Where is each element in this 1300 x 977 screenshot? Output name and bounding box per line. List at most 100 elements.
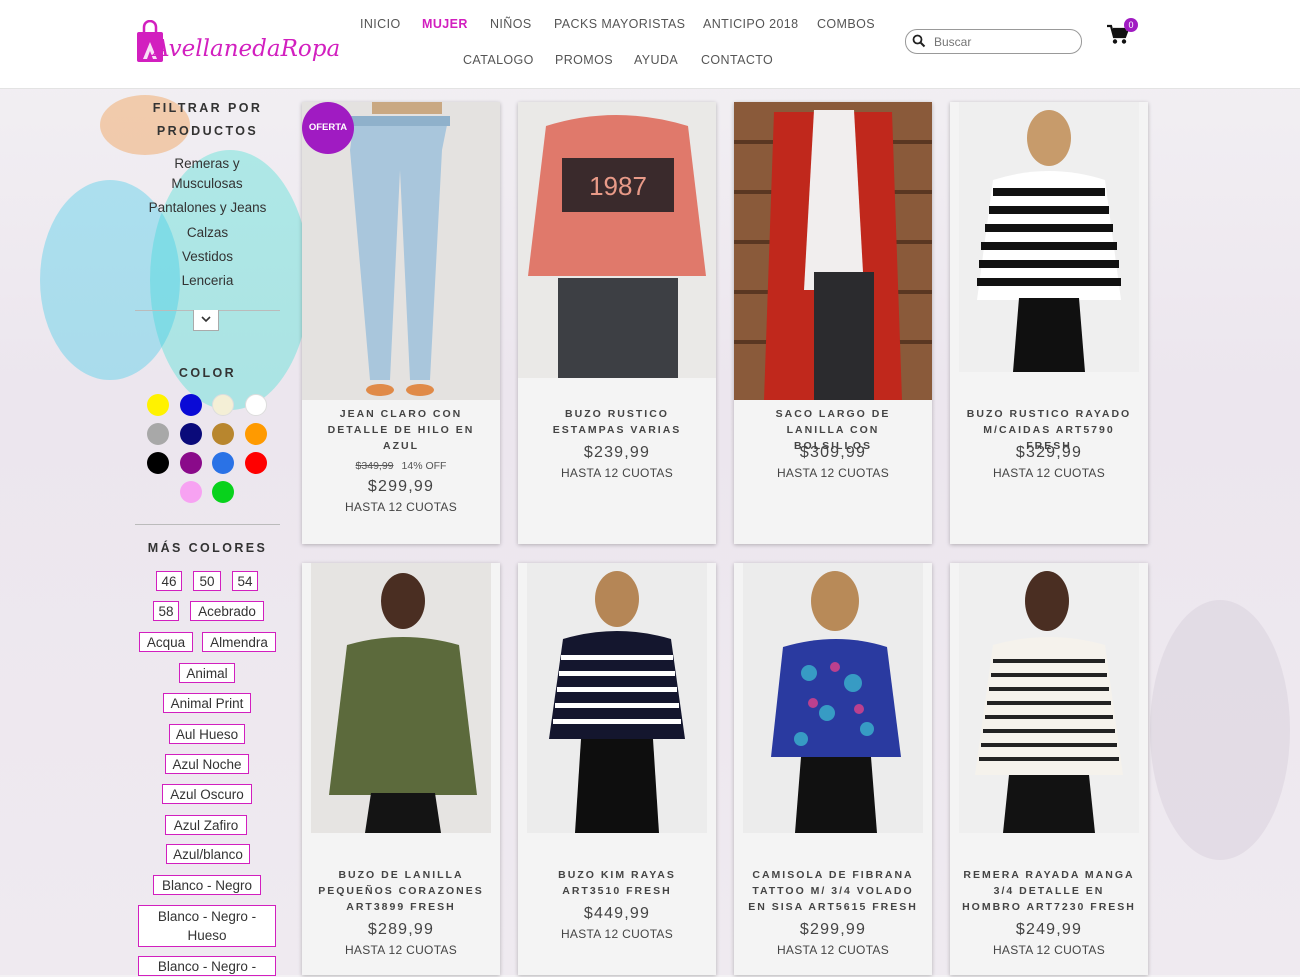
search-icon[interactable] bbox=[912, 34, 926, 48]
color-tag[interactable]: Blanco - Negro - bbox=[138, 956, 276, 976]
color-tag[interactable]: Animal Print bbox=[163, 693, 251, 713]
category-lenceria[interactable]: Lenceria bbox=[135, 271, 280, 291]
cart-button[interactable]: 0 bbox=[1106, 18, 1142, 50]
product-price: $289,99 bbox=[367, 921, 435, 938]
color-tag[interactable]: Animal bbox=[179, 663, 235, 683]
product-name: JEAN CLARO CON DETALLE DE HILO EN AZUL bbox=[327, 408, 475, 452]
product-image[interactable] bbox=[959, 102, 1139, 372]
brand-logo[interactable]: AvellanedaRopa bbox=[133, 18, 340, 70]
color-swatch-red[interactable] bbox=[245, 452, 267, 474]
color-tag[interactable]: 46 bbox=[156, 571, 182, 591]
product-installments: HASTA 12 CUOTAS bbox=[344, 943, 458, 957]
product-name: REMERA RAYADA MANGA 3/4 DETALLE EN HOMBR… bbox=[962, 869, 1136, 913]
site-header: AvellanedaRopa INICIO MUJER NIÑOS PACKS … bbox=[0, 0, 1300, 89]
color-swatch-gray[interactable] bbox=[147, 423, 169, 445]
product-price: $239,99 bbox=[583, 444, 651, 461]
product-installments: HASTA 12 CUOTAS bbox=[776, 943, 890, 957]
color-tag[interactable]: Acebrado bbox=[190, 601, 264, 621]
product-card[interactable]: REMERA RAYADA MANGA 3/4 DETALLE EN HOMBR… bbox=[950, 563, 1148, 975]
category-remeras[interactable]: Remeras y Musculosas bbox=[162, 154, 252, 194]
color-swatch-navy[interactable] bbox=[180, 423, 202, 445]
product-price: $299,99 bbox=[799, 921, 867, 938]
product-installments: HASTA 12 CUOTAS bbox=[992, 943, 1106, 957]
color-swatch-white[interactable] bbox=[245, 394, 267, 416]
nav-contacto[interactable]: CONTACTO bbox=[701, 53, 773, 67]
color-tag[interactable]: Almendra bbox=[202, 632, 276, 652]
product-name: BUZO KIM RAYAS ART3510 FRESH bbox=[558, 869, 676, 897]
filter-title: FILTRAR POR bbox=[152, 101, 263, 115]
product-image[interactable] bbox=[959, 563, 1139, 833]
color-tag[interactable]: Azul Noche bbox=[165, 754, 249, 774]
product-card[interactable]: BUZO KIM RAYAS ART3510 FRESH $449,99 HAS… bbox=[518, 563, 716, 975]
product-installments: HASTA 12 CUOTAS bbox=[992, 466, 1106, 480]
discount-label: 14% OFF bbox=[401, 460, 447, 472]
color-swatch-purple[interactable] bbox=[180, 452, 202, 474]
product-price: $309,99 bbox=[799, 444, 867, 461]
category-vestidos[interactable]: Vestidos bbox=[135, 247, 280, 267]
color-tag[interactable]: Blanco - Negro - Hueso bbox=[138, 905, 276, 947]
product-image[interactable] bbox=[311, 563, 491, 833]
color-tag[interactable]: 54 bbox=[232, 571, 258, 591]
color-tag[interactable]: Azul Oscuro bbox=[162, 784, 252, 804]
nav-combos[interactable]: COMBOS bbox=[817, 17, 875, 31]
filter-subtitle: PRODUCTOS bbox=[156, 124, 259, 138]
color-tag[interactable]: 58 bbox=[153, 601, 179, 621]
nav-catalogo[interactable]: CATALOGO bbox=[463, 53, 534, 67]
product-image[interactable] bbox=[743, 563, 923, 833]
color-swatch-orange[interactable] bbox=[245, 423, 267, 445]
nav-mujer[interactable]: MUJER bbox=[422, 17, 468, 31]
product-price: $249,99 bbox=[1015, 921, 1083, 938]
category-pantalones[interactable]: Pantalones y Jeans bbox=[135, 198, 280, 218]
nav-inicio[interactable]: INICIO bbox=[360, 17, 401, 31]
divider bbox=[135, 524, 280, 525]
color-tag[interactable]: 50 bbox=[193, 571, 221, 591]
color-tag[interactable]: Azul/blanco bbox=[166, 844, 250, 864]
filter-sidebar: FILTRAR POR PRODUCTOS Remeras y Musculos… bbox=[135, 88, 280, 976]
color-swatch-blue[interactable] bbox=[180, 394, 202, 416]
color-tag[interactable]: Acqua bbox=[139, 632, 193, 652]
product-card[interactable]: 1987 BUZO RUSTICO ESTAMPAS VARIAS $239,9… bbox=[518, 102, 716, 544]
color-tag[interactable]: Blanco - Negro bbox=[153, 875, 261, 895]
strikethrough-price: $349,99 bbox=[355, 460, 394, 472]
product-image[interactable] bbox=[734, 102, 932, 400]
color-swatch-black[interactable] bbox=[147, 452, 169, 474]
product-card[interactable]: BUZO DE LANILLA PEQUEÑOS CORAZONES ART38… bbox=[302, 563, 500, 975]
search-input[interactable] bbox=[932, 32, 1076, 51]
shirt-print: 1987 bbox=[589, 171, 647, 201]
product-card[interactable]: BUZO RUSTICO RAYADO M/CAIDAS ART5790 FRE… bbox=[950, 102, 1148, 544]
nav-promos[interactable]: PROMOS bbox=[555, 53, 613, 67]
nav-packs-mayoristas[interactable]: PACKS MAYORISTAS bbox=[554, 17, 685, 31]
color-swatch-cream[interactable] bbox=[212, 394, 234, 416]
chevron-down-icon bbox=[201, 316, 211, 323]
product-card[interactable]: SACO LARGO DE LANILLA CON BOLSILLOS $309… bbox=[734, 102, 932, 544]
color-swatch-green[interactable] bbox=[212, 481, 234, 503]
nav-ayuda[interactable]: AYUDA bbox=[634, 53, 678, 67]
product-image[interactable] bbox=[527, 563, 707, 833]
product-installments: HASTA 12 CUOTAS bbox=[344, 500, 458, 514]
product-installments: HASTA 12 CUOTAS bbox=[776, 466, 890, 480]
color-swatch-camel[interactable] bbox=[212, 423, 234, 445]
nav-ninos[interactable]: NIÑOS bbox=[490, 17, 532, 31]
color-swatch-pink[interactable] bbox=[180, 481, 202, 503]
product-old-price: $349,99 14% OFF bbox=[302, 460, 500, 472]
brand-name: AvellanedaRopa bbox=[153, 36, 341, 62]
expand-categories-button[interactable] bbox=[193, 310, 219, 331]
offer-badge: OFERTA bbox=[302, 102, 354, 154]
cart-count-badge: 0 bbox=[1124, 18, 1138, 32]
product-installments: HASTA 12 CUOTAS bbox=[560, 466, 674, 480]
product-price: $299,99 bbox=[367, 478, 435, 495]
color-swatch-yellow[interactable] bbox=[147, 394, 169, 416]
product-image[interactable]: 1987 bbox=[518, 102, 716, 378]
nav-anticipo-2018[interactable]: ANTICIPO 2018 bbox=[703, 17, 799, 31]
category-calzas[interactable]: Calzas bbox=[135, 223, 280, 243]
color-tag[interactable]: Azul Zafiro bbox=[165, 815, 247, 835]
product-price: $329,99 bbox=[1015, 444, 1083, 461]
more-colors-title: MÁS COLORES bbox=[147, 541, 268, 555]
product-price: $449,99 bbox=[583, 905, 651, 922]
color-swatch-light-blue[interactable] bbox=[212, 452, 234, 474]
color-tag[interactable]: Aul Hueso bbox=[169, 724, 245, 744]
product-card[interactable]: CAMISOLA DE FIBRANA TATTOO M/ 3/4 VOLADO… bbox=[734, 563, 932, 975]
search-box bbox=[905, 29, 1082, 54]
product-name: BUZO DE LANILLA PEQUEÑOS CORAZONES ART38… bbox=[318, 869, 484, 913]
product-card[interactable]: OFERTA JEAN CLARO CON DETALLE DE HILO EN… bbox=[302, 102, 500, 544]
